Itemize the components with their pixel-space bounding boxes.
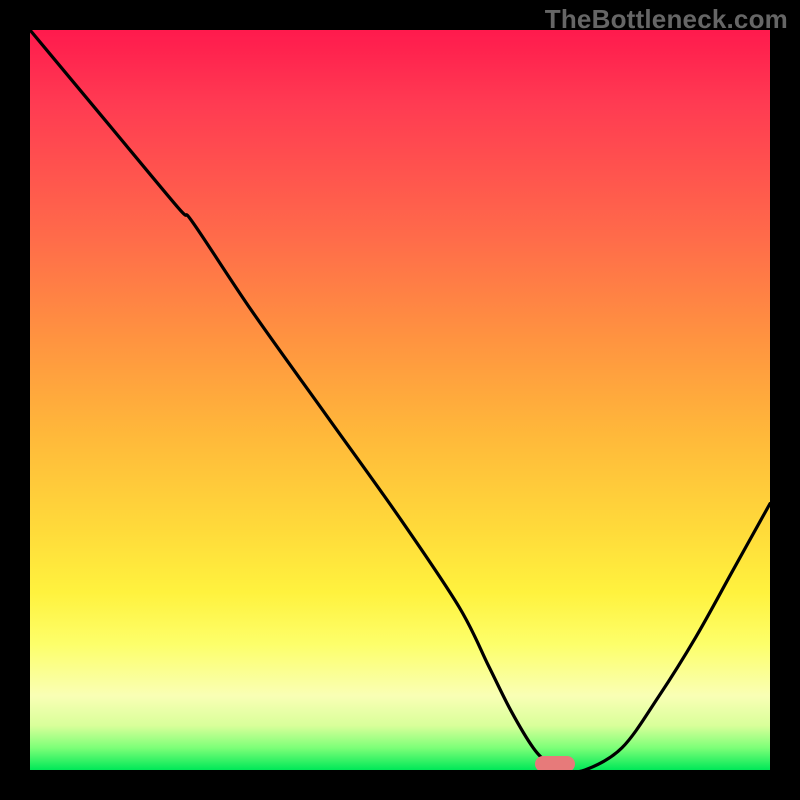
bottleneck-curve-path bbox=[30, 30, 770, 770]
chart-container: TheBottleneck.com bbox=[0, 0, 800, 800]
watermark-text: TheBottleneck.com bbox=[545, 4, 788, 35]
plot-area bbox=[30, 30, 770, 770]
curve-svg bbox=[30, 30, 770, 770]
optimal-marker bbox=[535, 756, 575, 770]
